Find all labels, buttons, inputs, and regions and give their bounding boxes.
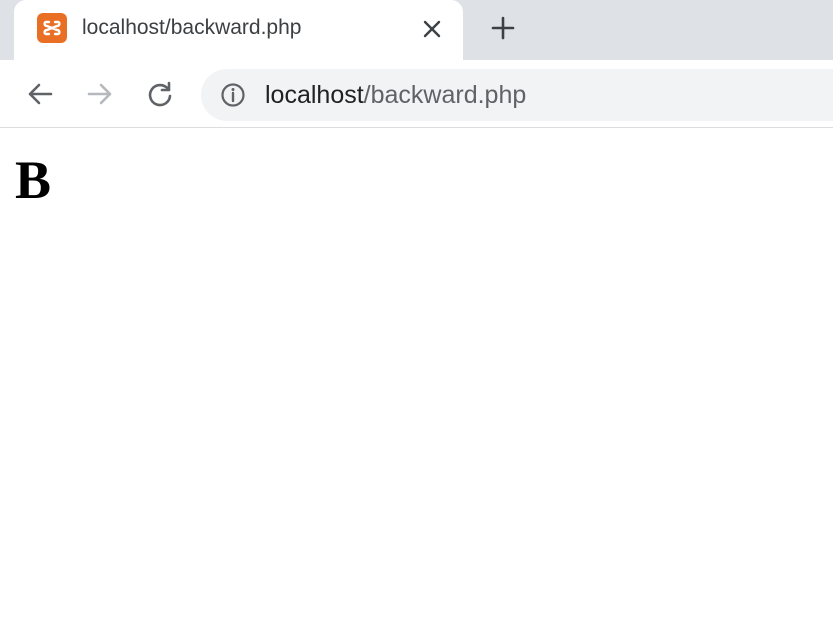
url-path: /backward.php <box>363 81 527 109</box>
reload-button[interactable] <box>140 74 180 114</box>
close-icon <box>423 20 441 38</box>
reload-icon <box>148 81 172 107</box>
page-content: B <box>0 129 833 628</box>
tab-active[interactable]: localhost/backward.php <box>14 0 463 62</box>
arrow-left-icon <box>28 83 53 105</box>
back-button[interactable] <box>20 74 60 114</box>
address-bar[interactable]: localhost/backward.php <box>201 69 833 121</box>
browser-toolbar: localhost/backward.php <box>0 60 833 128</box>
arrow-right-icon <box>87 83 112 105</box>
info-icon[interactable] <box>219 81 247 109</box>
url-text[interactable]: localhost/backward.php <box>265 79 526 111</box>
tab-close-button[interactable] <box>417 14 447 44</box>
page-heading: B <box>15 150 52 210</box>
plus-icon <box>491 16 515 40</box>
tab-title: localhost/backward.php <box>82 16 302 39</box>
url-host: localhost <box>265 81 364 109</box>
tab-strip: localhost/backward.php <box>0 0 833 62</box>
forward-button[interactable] <box>80 74 120 114</box>
xampp-logo-icon <box>37 13 67 43</box>
new-tab-button[interactable] <box>485 10 521 46</box>
